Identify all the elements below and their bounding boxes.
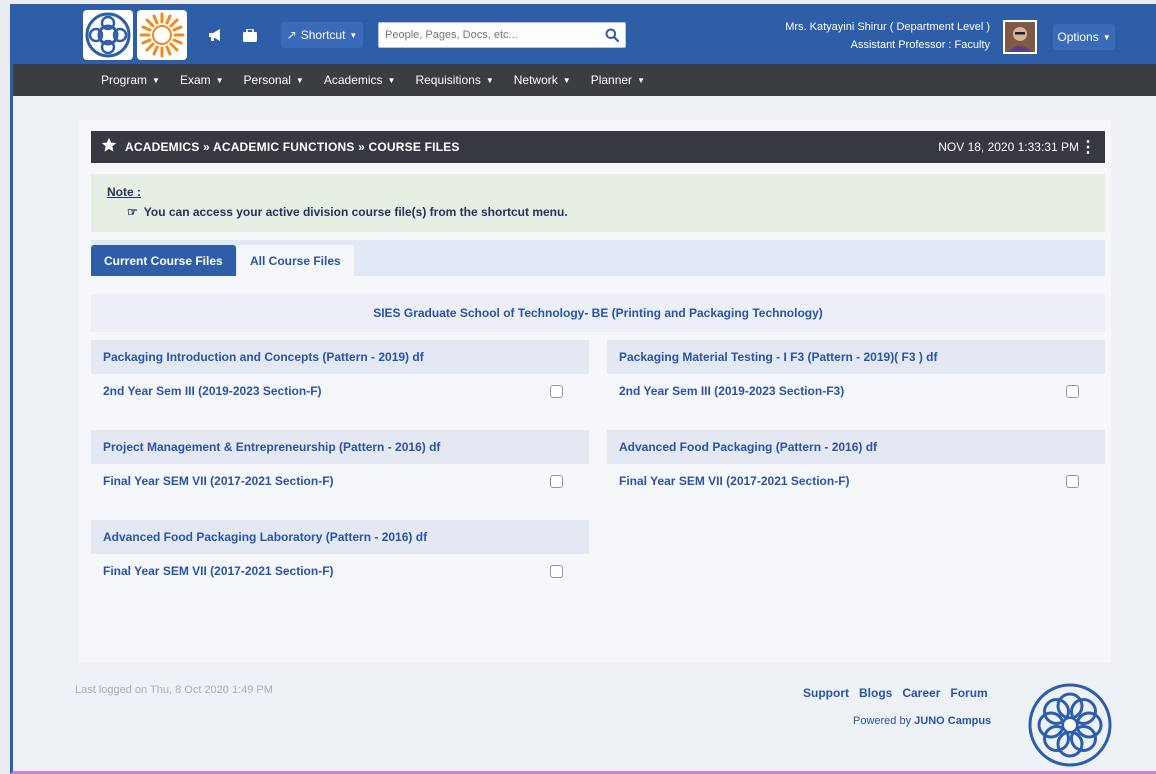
kebab-menu-icon[interactable]: ⋮ <box>1080 137 1096 157</box>
course-section-row: Final Year SEM VII (2017-2021 Section-F) <box>91 464 589 498</box>
course-title[interactable]: Project Management & Entrepreneurship (P… <box>91 430 589 464</box>
chevron-down-icon: ▼ <box>1102 32 1111 42</box>
course-card: Project Management & Entrepreneurship (P… <box>91 430 589 498</box>
caret-down-icon: ▼ <box>387 75 396 85</box>
pointing-hand-icon: ☞ <box>127 205 138 219</box>
star-icon[interactable] <box>101 137 117 158</box>
note-text-row: ☞ You can access your active division co… <box>127 205 568 219</box>
juno-lattice-logo-icon <box>1028 683 1112 767</box>
course-checkbox[interactable] <box>550 475 563 488</box>
caret-down-icon: ▼ <box>562 75 571 85</box>
course-section-link[interactable]: 2nd Year Sem III (2019-2023 Section-F) <box>103 384 322 398</box>
institution-logo[interactable] <box>83 10 133 60</box>
menu-item-personal[interactable]: Personal ▼ <box>234 73 314 87</box>
course-checkbox[interactable] <box>550 385 563 398</box>
user-role: Assistant Professor : Faculty <box>850 39 990 51</box>
course-card: Advanced Food Packaging Laboratory (Patt… <box>91 520 589 588</box>
blogs-link[interactable]: Blogs <box>859 686 892 700</box>
chevron-down-icon: ▼ <box>349 30 358 40</box>
course-title[interactable]: Advanced Food Packaging (Pattern - 2016)… <box>607 430 1105 464</box>
current-datetime: NOV 18, 2020 1:33:31 PM <box>938 140 1079 154</box>
course-title[interactable]: Packaging Introduction and Concepts (Pat… <box>91 340 589 374</box>
briefcase-icon <box>243 28 257 42</box>
powered-brand[interactable]: JUNO Campus <box>914 715 991 727</box>
menu-item-program[interactable]: Program ▼ <box>91 73 170 87</box>
menu-item-label: Program <box>101 73 148 87</box>
menu-item-label: Network <box>513 73 558 87</box>
course-section-row: 2nd Year Sem III (2019-2023 Section-F) <box>91 374 589 408</box>
course-checkbox[interactable] <box>550 565 563 578</box>
support-link[interactable]: Support <box>803 686 849 700</box>
note-text: You can access your active division cour… <box>143 205 568 219</box>
menu-item-label: Requisitions <box>415 73 481 87</box>
course-file-tabs: Current Course Files All Course Files <box>91 240 1105 276</box>
menu-item-requisitions[interactable]: Requisitions ▼ <box>405 73 503 87</box>
course-section-link[interactable]: Final Year SEM VII (2017-2021 Section-F) <box>619 474 850 488</box>
avatar[interactable] <box>1003 20 1037 54</box>
course-section-row: 2nd Year Sem III (2019-2023 Section-F3) <box>607 374 1105 408</box>
user-name[interactable]: Mrs. Katyayini Shirur ( Department Level… <box>785 21 990 33</box>
menu-item-label: Exam <box>179 73 211 87</box>
caret-down-icon: ▼ <box>295 75 304 85</box>
note-title: Note : <box>107 185 141 199</box>
college-logo[interactable] <box>137 10 187 60</box>
shortcut-label: Shortcut <box>300 28 346 42</box>
external-link-icon: ↗ <box>286 28 297 42</box>
tab-all-course-files[interactable]: All Course Files <box>237 245 354 276</box>
caret-down-icon: ▼ <box>215 75 224 85</box>
forum-link[interactable]: Forum <box>950 686 987 700</box>
course-checkbox[interactable] <box>1066 385 1079 398</box>
course-card: Packaging Material Testing - I F3 (Patte… <box>607 340 1105 408</box>
sun-logo-icon <box>139 12 185 58</box>
menu-item-network[interactable]: Network ▼ <box>504 73 581 87</box>
school-heading: SIES Graduate School of Technology- BE (… <box>91 294 1105 332</box>
shortcut-button[interactable]: ↗ Shortcut ▼ <box>281 22 363 48</box>
career-link[interactable]: Career <box>902 686 940 700</box>
juno-logo[interactable] <box>1027 682 1113 768</box>
course-title[interactable]: Advanced Food Packaging Laboratory (Patt… <box>91 520 589 554</box>
info-note: Note : ☞ You can access your active divi… <box>91 174 1105 232</box>
menu-item-label: Planner <box>590 73 633 87</box>
course-card: Packaging Introduction and Concepts (Pat… <box>91 340 589 408</box>
menu-item-academics[interactable]: Academics ▼ <box>314 73 406 87</box>
menu-item-label: Personal <box>243 73 291 87</box>
options-label: Options <box>1057 30 1099 44</box>
top-bar: ↗ Shortcut ▼ Mrs. Katyayini Shirur ( Dep… <box>13 4 1156 64</box>
megaphone-icon <box>209 29 220 41</box>
caret-down-icon: ▼ <box>485 75 494 85</box>
lattice-logo-icon <box>85 12 131 58</box>
menu-item-label: Academics <box>323 73 383 87</box>
menu-item-planner[interactable]: Planner ▼ <box>581 73 655 87</box>
footer-links: Support Blogs Career Forum <box>803 686 988 700</box>
messages-button[interactable] <box>235 22 265 48</box>
app-frame: ↗ Shortcut ▼ Mrs. Katyayini Shirur ( Dep… <box>10 4 1156 774</box>
course-section-link[interactable]: Final Year SEM VII (2017-2021 Section-F) <box>103 474 334 488</box>
course-section-link[interactable]: 2nd Year Sem III (2019-2023 Section-F3) <box>619 384 844 398</box>
user-photo-icon <box>1005 22 1035 52</box>
course-section-row: Final Year SEM VII (2017-2021 Section-F) <box>91 554 589 588</box>
powered-by: Powered by JUNO Campus <box>853 715 991 727</box>
course-section-row: Final Year SEM VII (2017-2021 Section-F) <box>607 464 1105 498</box>
page-title-bar: ACADEMICS » ACADEMIC FUNCTIONS » COURSE … <box>91 131 1105 163</box>
tab-current-course-files[interactable]: Current Course Files <box>91 245 236 276</box>
announcements-button[interactable] <box>201 22 231 48</box>
powered-prefix: Powered by <box>853 715 915 727</box>
breadcrumb: ACADEMICS » ACADEMIC FUNCTIONS » COURSE … <box>125 140 460 154</box>
course-card: Advanced Food Packaging (Pattern - 2016)… <box>607 430 1105 498</box>
caret-down-icon: ▼ <box>152 75 160 85</box>
main-menu: Program ▼ Exam ▼ Personal ▼ Academics ▼ Requ… <box>13 64 1156 96</box>
course-title[interactable]: Packaging Material Testing - I F3 (Patte… <box>607 340 1105 374</box>
content-panel: ACADEMICS » ACADEMIC FUNCTIONS » COURSE … <box>79 120 1111 662</box>
options-button[interactable]: Options ▼ <box>1053 24 1115 50</box>
course-checkbox[interactable] <box>1066 475 1079 488</box>
course-section-link[interactable]: Final Year SEM VII (2017-2021 Section-F) <box>103 564 334 578</box>
search-icon <box>605 28 619 42</box>
caret-down-icon: ▼ <box>637 75 645 85</box>
star-glyph <box>101 137 117 152</box>
search-input[interactable] <box>378 22 598 48</box>
last-login-text: Last logged on Thu, 8 Oct 2020 1:49 PM <box>75 684 273 696</box>
menu-item-exam[interactable]: Exam ▼ <box>170 73 234 87</box>
search-button[interactable] <box>598 22 626 48</box>
